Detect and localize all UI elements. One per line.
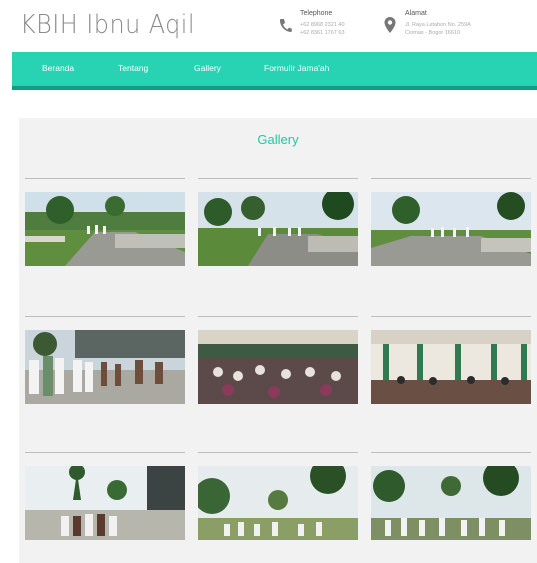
card-divider xyxy=(198,178,358,179)
gallery-section: Gallery xyxy=(19,118,537,563)
card-divider xyxy=(198,316,358,317)
gallery-title: Gallery xyxy=(257,132,299,147)
gallery-photo-6[interactable] xyxy=(371,330,531,404)
phone-icon xyxy=(279,19,292,32)
card-divider xyxy=(371,178,531,179)
nav-item-gallery[interactable]: Gallery xyxy=(194,63,221,73)
gallery-photo-4[interactable] xyxy=(25,330,185,404)
gallery-photo-5[interactable] xyxy=(198,330,358,404)
card-divider xyxy=(198,452,358,453)
gallery-photo-2[interactable] xyxy=(198,192,358,266)
card-divider xyxy=(25,452,185,453)
gallery-photo-8[interactable] xyxy=(198,466,358,540)
address-label: Alamat xyxy=(405,10,427,17)
address-line-2: Ciomas - Bogor 16610 xyxy=(405,30,461,36)
card-divider xyxy=(371,452,531,453)
phone-label: Telephone xyxy=(300,10,333,17)
card-divider xyxy=(25,316,185,317)
nav-item-beranda[interactable]: Beranda xyxy=(42,63,74,73)
gallery-photo-9[interactable] xyxy=(371,466,531,540)
nav-item-tentang[interactable]: Tentang xyxy=(118,63,148,73)
gallery-photo-3[interactable] xyxy=(371,192,531,266)
phone-number-2: +62 8361 1767 63 xyxy=(300,30,345,36)
gallery-photo-7[interactable] xyxy=(25,466,185,540)
map-pin-icon xyxy=(384,17,396,33)
site-logo[interactable]: KBIH Ibnu Aqil xyxy=(20,10,195,40)
nav-bottom-border xyxy=(12,86,537,90)
address-line-1: Jl. Raya Letabon No. 259A xyxy=(405,22,471,28)
main-nav: Beranda Tentang Gallery Formulir Jama'ah xyxy=(12,52,537,86)
phone-number-1: +62 8968 2321 40 xyxy=(300,22,345,28)
nav-item-formulir-jamaah[interactable]: Formulir Jama'ah xyxy=(264,63,329,73)
site-header: KBIH Ibnu Aqil Telephone +62 8968 2321 4… xyxy=(0,0,537,52)
card-divider xyxy=(25,178,185,179)
gallery-photo-1[interactable] xyxy=(25,192,185,266)
card-divider xyxy=(371,316,531,317)
